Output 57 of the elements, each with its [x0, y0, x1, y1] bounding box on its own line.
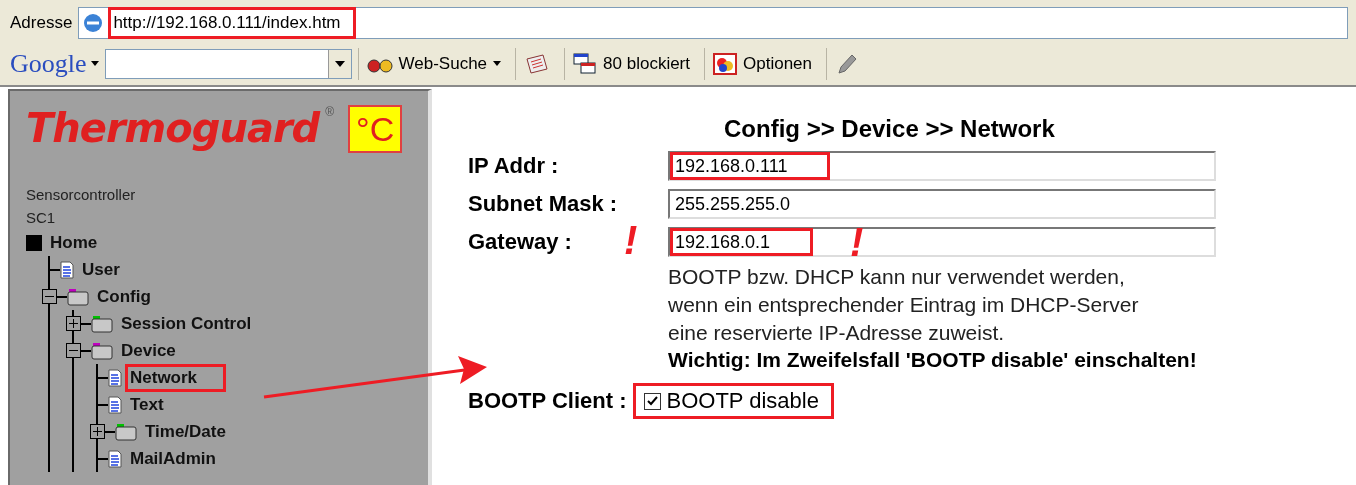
- bootp-checkbox[interactable]: BOOTP disable: [632, 383, 834, 419]
- tree-item[interactable]: Home: [45, 228, 127, 257]
- pencil-icon: [835, 53, 857, 75]
- collapse-icon[interactable]: [42, 289, 57, 304]
- document-icon: [108, 368, 122, 387]
- field-label: Subnet Mask :: [468, 191, 618, 217]
- input-field[interactable]: 192.168.0.1 !: [668, 227, 1216, 257]
- folder-icon: [115, 422, 137, 441]
- tree-item[interactable]: User: [77, 255, 149, 284]
- address-label: Adresse: [10, 13, 73, 33]
- toolbar-button[interactable]: 80 blockiert: [564, 48, 698, 80]
- tree-item[interactable]: Time/Date: [140, 417, 255, 446]
- search-field[interactable]: [104, 49, 352, 79]
- tree-item[interactable]: Device: [116, 336, 205, 365]
- registered-mark: ®: [325, 105, 335, 119]
- device-type: Sensorcontroller: [26, 185, 137, 205]
- windows-icon: [573, 53, 598, 75]
- toolbar-button[interactable]: Optionen: [704, 48, 820, 80]
- newspaper-icon: [524, 53, 551, 75]
- breadcrumb: Config >> Device >> Network: [724, 115, 1055, 143]
- options-icon: [713, 53, 737, 75]
- expand-icon[interactable]: [90, 424, 105, 439]
- field-label: IP Addr :: [468, 153, 559, 179]
- address-field[interactable]: http://192.168.0.111/index.htm: [78, 7, 1348, 39]
- warning-text: Wichtig: Im Zweifelsfall 'BOOTP disable' einschalten!: [668, 347, 1198, 373]
- device-name: SC1: [26, 208, 57, 228]
- field-value: 192.168.0.111: [670, 152, 831, 180]
- google-logo[interactable]: Google: [10, 49, 99, 79]
- field-label: BOOTP Client :: [468, 388, 627, 414]
- collapse-icon[interactable]: [66, 343, 81, 358]
- input-field[interactable]: 255.255.255.0: [668, 189, 1216, 219]
- celsius-logo: °C: [348, 105, 403, 153]
- tree-item[interactable]: Text: [125, 390, 193, 419]
- help-text: BOOTP bzw. DHCP kann nur verwendet werden, wenn ein entsprechender Eintrag im DHCP-Server eine reservierte IP-Adresse zuweist.: [668, 264, 1140, 346]
- field-value: 192.168.0.1: [670, 228, 814, 256]
- input-field[interactable]: 192.168.0.111: [668, 151, 1216, 181]
- tree-item[interactable]: Session Control: [116, 309, 281, 338]
- document-icon: [60, 260, 74, 279]
- square-icon: [26, 234, 42, 251]
- url-text: http://192.168.0.111/index.htm: [108, 7, 356, 39]
- expand-icon[interactable]: [66, 316, 81, 331]
- document-icon: [108, 449, 122, 468]
- tree-item[interactable]: Network: [125, 363, 227, 392]
- tree-item[interactable]: MailAdmin: [125, 444, 245, 473]
- field-label: Gateway :: [468, 229, 572, 255]
- checkbox[interactable]: [643, 392, 661, 410]
- field-value: 255.255.255.0: [674, 193, 792, 216]
- toolbar-button[interactable]: Web-Suche: [357, 48, 510, 80]
- dropdown-icon[interactable]: [334, 61, 345, 67]
- tree-item[interactable]: Config: [92, 282, 180, 311]
- caret-icon[interactable]: [493, 61, 502, 67]
- document-icon: [108, 395, 122, 414]
- folder-icon: [91, 341, 113, 360]
- warning-mark: !: [624, 217, 638, 263]
- folder-icon: [67, 287, 89, 306]
- logo-text: Thermoguard: [26, 105, 320, 151]
- folder-icon: [91, 314, 113, 333]
